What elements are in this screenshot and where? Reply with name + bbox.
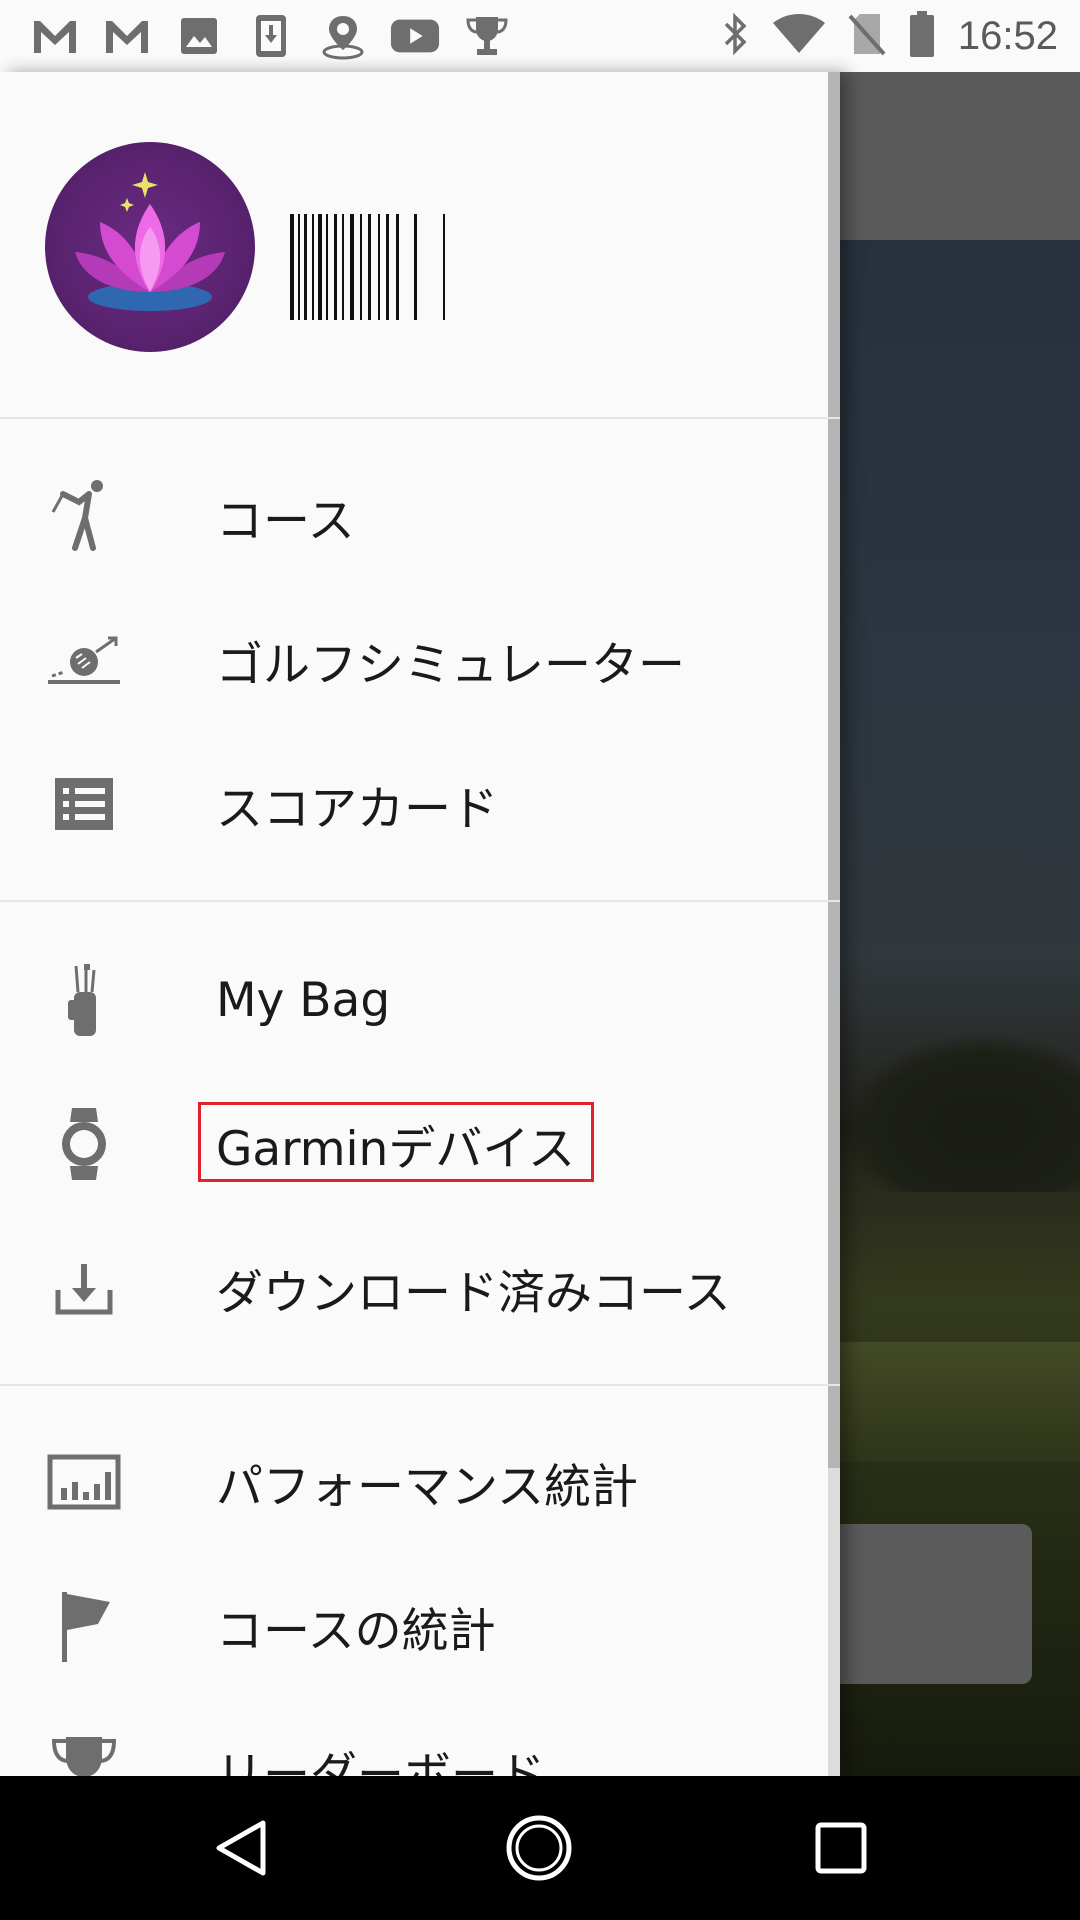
bluetooth-icon [720, 12, 750, 60]
menu-label: コースの統計 [216, 1603, 496, 1659]
menu-item-courses[interactable]: コース [0, 444, 828, 588]
menu-item-my-bag[interactable]: My Bag [0, 928, 828, 1072]
flag-icon [42, 1584, 126, 1668]
gmail-icon [102, 12, 152, 60]
golf-simulator-icon [42, 618, 126, 702]
navigation-bar [0, 1776, 1080, 1920]
system-status: 16:52 [720, 0, 1058, 72]
scorecard-icon [42, 762, 126, 846]
watch-icon [42, 1102, 126, 1186]
menu-label: ダウンロード済みコース [216, 1265, 731, 1321]
status-bar: 16:52 [0, 0, 1080, 72]
bar-chart-icon [42, 1440, 126, 1524]
lotus-icon [75, 172, 225, 311]
status-time: 16:52 [957, 13, 1058, 58]
drawer-divider [0, 900, 840, 902]
menu-item-downloaded-courses[interactable]: ダウンロード済みコース [0, 1216, 828, 1360]
menu-item-golf-simulator[interactable]: ゴルフシミュレーター [0, 588, 828, 732]
menu-item-leaderboard[interactable]: リーダーボード [0, 1698, 828, 1776]
user-name-barcode [290, 214, 445, 320]
navigation-drawer: コース ゴルフシミュレーター スコアカード My Bag Garminデバイス … [0, 72, 840, 1776]
notification-icons [0, 12, 512, 60]
battery-icon [908, 10, 936, 62]
home-icon [506, 1815, 572, 1881]
menu-item-scorecard[interactable]: スコアカード [0, 732, 828, 876]
avatar[interactable] [45, 142, 255, 352]
youtube-icon [390, 12, 440, 60]
menu-label: スコアカード [216, 781, 498, 837]
back-icon [216, 1820, 266, 1876]
location-icon [318, 12, 368, 60]
golfer-icon [42, 474, 126, 558]
menu-item-performance-stats[interactable]: パフォーマンス統計 [0, 1410, 828, 1554]
menu-label: コース [216, 493, 355, 549]
golf-bag-icon [42, 958, 126, 1042]
drawer-divider [0, 417, 840, 419]
no-sim-icon [848, 12, 886, 60]
gmail-icon [30, 12, 80, 60]
menu-label: リーダーボード [216, 1747, 545, 1777]
trophy-icon [462, 12, 512, 60]
highlight-box [198, 1102, 594, 1182]
back-button[interactable] [196, 1806, 286, 1890]
trophy-icon [42, 1728, 126, 1776]
recents-button[interactable] [796, 1806, 886, 1890]
drawer-divider [0, 1384, 840, 1386]
download-icon [42, 1246, 126, 1330]
wifi-icon [772, 13, 826, 59]
home-button[interactable] [494, 1806, 584, 1890]
drawer-header [0, 72, 840, 418]
menu-label: パフォーマンス統計 [216, 1459, 639, 1515]
menu-label: My Bag [216, 972, 391, 1028]
image-icon [174, 12, 224, 60]
menu-item-course-stats[interactable]: コースの統計 [0, 1554, 828, 1698]
menu-label: ゴルフシミュレーター [216, 637, 686, 693]
download-icon [246, 12, 296, 60]
recents-icon [815, 1822, 867, 1874]
